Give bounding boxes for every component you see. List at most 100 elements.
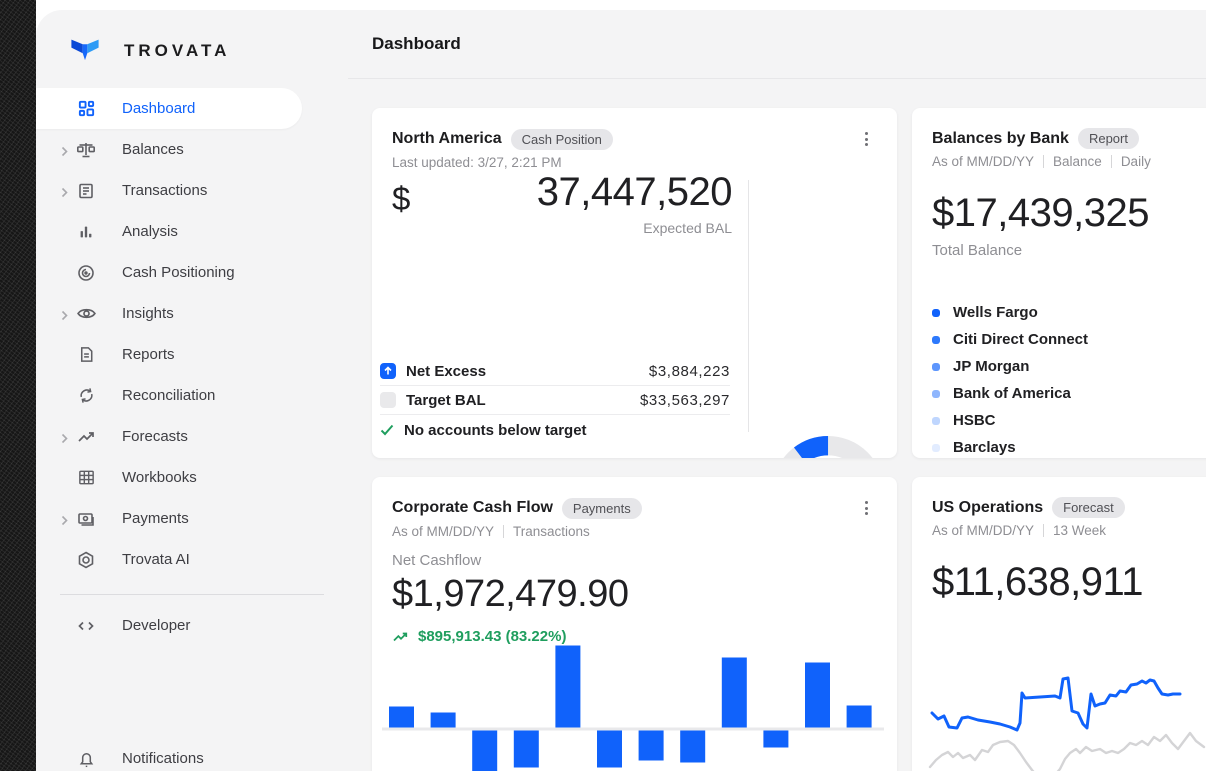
row-label: Target BAL — [406, 392, 486, 409]
sidebar-item-insights[interactable]: Insights — [36, 293, 348, 334]
chevron-right-icon[interactable] — [61, 431, 68, 442]
sidebar-item-label: Payments — [122, 510, 189, 527]
row-label: Net Excess — [406, 363, 486, 380]
trovata-ai-icon — [75, 549, 97, 571]
currency-symbol: $ — [392, 180, 410, 218]
balances-icon — [75, 139, 97, 161]
sidebar-item-notifications[interactable]: Notifications — [36, 738, 348, 771]
kebab-menu-icon[interactable] — [855, 128, 877, 150]
expected-balance-value: 37,447,520 — [537, 170, 732, 215]
sidebar-item-analysis[interactable]: Analysis — [36, 211, 348, 252]
sidebar-divider — [60, 594, 324, 595]
forecast-line-chart — [912, 641, 1206, 771]
table-row-target-bal: Target BAL $33,563,297 — [380, 386, 730, 415]
last-updated: Last updated: 3/27, 2:21 PM — [392, 155, 562, 170]
brand: TROVATA — [36, 10, 348, 84]
page-header: Dashboard — [348, 10, 1206, 79]
sidebar-item-cash-positioning[interactable]: Cash Positioning — [36, 252, 348, 293]
sidebar-item-label: Trovata AI — [122, 551, 190, 568]
legend-dot — [932, 363, 940, 371]
dashboard-icon — [75, 98, 97, 120]
card-type-badge: Report — [1078, 128, 1139, 149]
sidebar-item-label: Cash Positioning — [122, 264, 235, 281]
payments-icon — [75, 508, 97, 530]
page-title: Dashboard — [372, 34, 461, 54]
card-balances-by-bank: Balances by Bank Report As of MM/DD/YY B… — [912, 108, 1206, 458]
chevron-right-icon[interactable] — [61, 308, 68, 319]
sidebar-item-trovata-ai[interactable]: Trovata AI — [36, 539, 348, 580]
meta-as-of: As of MM/DD/YY — [932, 154, 1034, 169]
sidebar-item-label: Analysis — [122, 223, 178, 240]
divider — [503, 525, 504, 538]
card-corporate-cash-flow: Corporate Cash Flow Payments As of MM/DD… — [372, 477, 897, 771]
legend-dot — [932, 390, 940, 398]
brand-name: TROVATA — [124, 41, 230, 61]
status-text: No accounts below target — [404, 422, 587, 439]
sidebar-item-label: Reports — [122, 346, 175, 363]
chevron-right-icon[interactable] — [61, 185, 68, 196]
main-content: Dashboard North America Cash Position La… — [348, 10, 1206, 771]
sidebar-item-balances[interactable]: Balances — [36, 129, 348, 170]
sidebar-item-payments[interactable]: Payments — [36, 498, 348, 539]
developer-icon — [75, 615, 97, 637]
app-window: TROVATA Dashboard — [36, 10, 1206, 771]
sidebar-nav: Dashboard Balances — [36, 88, 348, 646]
card-title: Balances by Bank — [932, 130, 1069, 148]
trovata-logo-icon — [68, 36, 102, 66]
bank-name: Bank of America — [953, 385, 1071, 402]
legend-dot — [932, 309, 940, 317]
total-balance-label: Total Balance — [932, 242, 1206, 259]
legend-dot — [932, 417, 940, 425]
meta-13-week: 13 Week — [1053, 523, 1106, 538]
sidebar-item-label: Insights — [122, 305, 174, 322]
card-type-badge: Cash Position — [511, 129, 613, 150]
table-row-net-excess: Net Excess $3,884,223 — [380, 356, 730, 386]
sidebar-item-label: Notifications — [122, 750, 204, 767]
sidebar-item-transactions[interactable]: Transactions — [36, 170, 348, 211]
arrow-up-icon — [380, 363, 396, 379]
sidebar-item-label: Dashboard — [122, 100, 195, 117]
workbooks-icon — [75, 467, 97, 489]
sidebar-item-reports[interactable]: Reports — [36, 334, 348, 375]
reconciliation-icon — [75, 385, 97, 407]
sidebar-item-label: Developer — [122, 617, 190, 634]
legend-item: Citi Direct Connect — [932, 326, 1206, 353]
transactions-icon — [75, 180, 97, 202]
net-cashflow-value: $1,972,479.90 — [392, 573, 877, 616]
chevron-right-icon[interactable] — [61, 144, 68, 155]
legend-item: Wells Fargo — [932, 299, 1206, 326]
card-title: North America — [392, 130, 502, 148]
sidebar: TROVATA Dashboard — [36, 10, 348, 771]
sidebar-item-label: Workbooks — [122, 469, 197, 486]
status-row: No accounts below target — [380, 415, 730, 445]
bank-name: JP Morgan — [953, 358, 1029, 375]
sidebar-item-forecasts[interactable]: Forecasts — [36, 416, 348, 457]
meta-as-of: As of MM/DD/YY — [932, 523, 1034, 538]
row-value: $33,563,297 — [640, 392, 730, 409]
bank-name: Citi Direct Connect — [953, 331, 1088, 348]
chevron-right-icon[interactable] — [61, 513, 68, 524]
card-us-operations: US Operations Forecast As of MM/DD/YY 13… — [912, 477, 1206, 771]
cash-positioning-icon — [75, 262, 97, 284]
sidebar-item-developer[interactable]: Developer — [36, 605, 348, 646]
bank-name: Barclays — [953, 439, 1016, 456]
legend-dot — [932, 336, 940, 344]
divider — [1111, 155, 1112, 168]
row-value: $3,884,223 — [649, 363, 730, 380]
bank-name: Wells Fargo — [953, 304, 1038, 321]
cash-position-donut-chart — [772, 436, 884, 458]
sidebar-item-dashboard[interactable]: Dashboard — [36, 88, 302, 129]
meta-as-of: As of MM/DD/YY — [392, 524, 494, 539]
sidebar-item-label: Balances — [122, 141, 184, 158]
meta-transactions: Transactions — [513, 524, 590, 539]
legend-item: Bank of America — [932, 380, 1206, 407]
kebab-menu-icon[interactable] — [855, 497, 877, 519]
sidebar-item-label: Forecasts — [122, 428, 188, 445]
net-cashflow-bar-chart — [372, 637, 897, 771]
forecast-value: $11,638,911 — [932, 560, 1206, 605]
sidebar-item-workbooks[interactable]: Workbooks — [36, 457, 348, 498]
total-balance-value: $17,439,325 — [932, 191, 1206, 236]
check-icon — [380, 424, 394, 436]
analysis-icon — [75, 221, 97, 243]
sidebar-item-reconciliation[interactable]: Reconciliation — [36, 375, 348, 416]
